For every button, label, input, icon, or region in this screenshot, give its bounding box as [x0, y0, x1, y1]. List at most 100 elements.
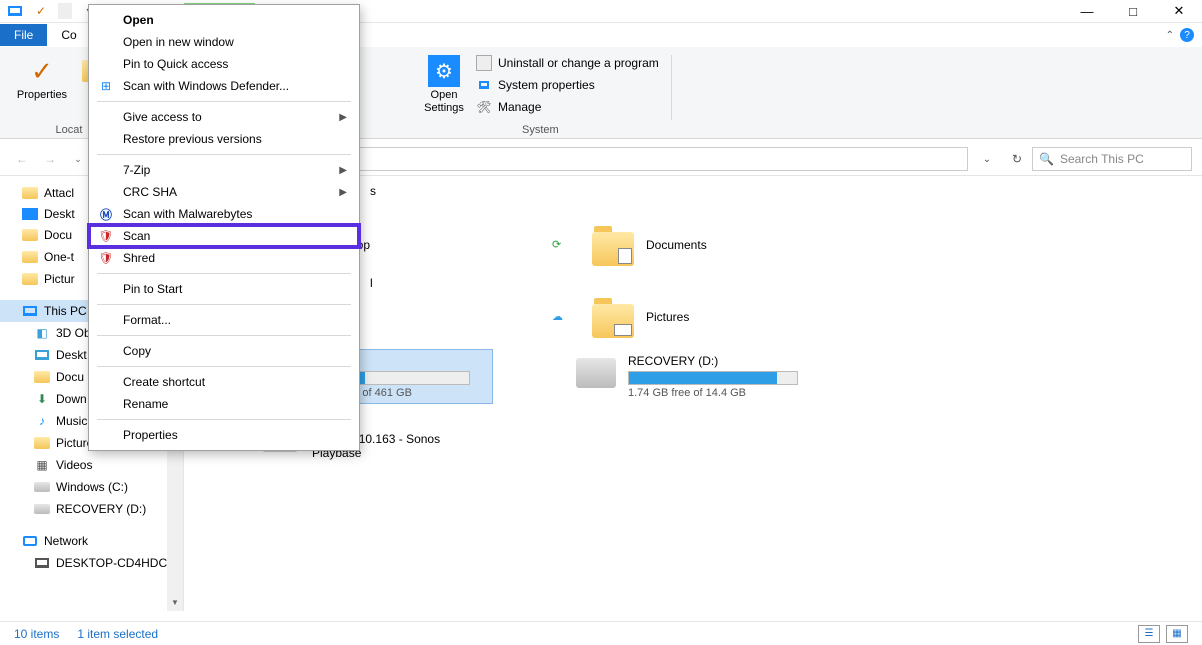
folder-icon	[592, 296, 634, 338]
ribbon-collapse-icon[interactable]: ⌃	[1166, 30, 1174, 41]
open-settings-label-1: Open	[431, 89, 458, 102]
ribbon-group-system: ⚙ Open Settings Uninstall or change a pr…	[410, 51, 671, 138]
status-item-count: 10 items	[14, 627, 59, 641]
malwarebytes-icon: Ⓜ	[97, 205, 115, 223]
cm-open[interactable]: Open	[89, 9, 359, 31]
folder-icon	[592, 224, 634, 266]
system-properties-button[interactable]: System properties	[472, 75, 663, 95]
uninstall-label: Uninstall or change a program	[498, 56, 659, 70]
defender-icon: ⊞	[97, 77, 115, 95]
system-properties-label: System properties	[498, 78, 595, 92]
nav-recent-dropdown[interactable]: ⌄	[66, 147, 90, 171]
sidebar-item-label: Attacl	[44, 186, 74, 200]
drive-usage-bar	[628, 371, 798, 385]
cm-restore-versions[interactable]: Restore previous versions	[89, 128, 359, 150]
cm-properties[interactable]: Properties	[89, 424, 359, 446]
sidebar-item-label: 3D Ob	[56, 326, 91, 340]
sidebar-item-label: Deskt	[44, 207, 75, 221]
sidebar-item-label: Deskt	[56, 348, 87, 362]
ribbon-tab-computer-truncated[interactable]: Co	[47, 24, 90, 46]
sidebar-item-videos[interactable]: ▦Videos	[0, 454, 183, 476]
uninstall-icon	[476, 55, 492, 71]
submenu-arrow-icon: ▶	[339, 165, 347, 176]
nav-forward-button[interactable]: →	[38, 147, 62, 171]
cm-crc-sha[interactable]: CRC SHA▶	[89, 181, 359, 203]
properties-icon: ✓	[26, 55, 58, 87]
ribbon-tab-file[interactable]: File	[0, 24, 47, 46]
icons-view-button[interactable]: ▦	[1166, 625, 1188, 643]
cm-separator	[97, 154, 351, 155]
window-maximize-button[interactable]: □	[1110, 0, 1156, 23]
sidebar-item-label: This PC	[44, 304, 87, 318]
sidebar-item-label: DESKTOP-CD4HDCU	[56, 556, 176, 570]
open-settings-button[interactable]: ⚙ Open Settings	[418, 51, 470, 124]
sidebar-item-drive-c[interactable]: Windows (C:)	[0, 476, 183, 498]
sidebar-item-label: Network	[44, 534, 88, 548]
cm-open-new-window[interactable]: Open in new window	[89, 31, 359, 53]
cm-give-access[interactable]: Give access to▶	[89, 106, 359, 128]
drive-icon	[576, 358, 616, 388]
manage-label: Manage	[498, 100, 541, 114]
folder-pictures[interactable]: ☁ Pictures	[580, 290, 840, 344]
cm-rename[interactable]: Rename	[89, 393, 359, 415]
scroll-down-icon[interactable]: ▼	[168, 595, 182, 609]
folder-documents[interactable]: ⟳ Documents	[580, 218, 840, 272]
ribbon-group-label-system: System	[522, 124, 559, 138]
cm-pin-quick-access[interactable]: Pin to Quick access	[89, 53, 359, 75]
cm-separator	[97, 366, 351, 367]
properties-label: Properties	[17, 89, 67, 102]
address-dropdown-button[interactable]: ⌄	[976, 148, 998, 170]
cm-separator	[97, 304, 351, 305]
mcafee-shred-icon: 🛡	[97, 249, 115, 267]
properties-button[interactable]: ✓ Properties	[16, 51, 68, 124]
uninstall-program-button[interactable]: Uninstall or change a program	[472, 53, 663, 73]
sidebar-item-label: Videos	[56, 458, 92, 472]
qat-new-folder-icon[interactable]	[58, 3, 72, 19]
system-properties-icon	[476, 77, 492, 93]
cm-separator	[97, 335, 351, 336]
window-close-button[interactable]: ✕	[1156, 0, 1202, 23]
cm-scan[interactable]: 🛡 Scan	[89, 225, 359, 247]
sidebar-item-network[interactable]: Network	[0, 530, 183, 552]
drive-d[interactable]: RECOVERY (D:) 1.74 GB free of 14.4 GB	[572, 350, 852, 403]
cm-separator	[97, 101, 351, 102]
nav-back-button[interactable]: ←	[10, 147, 34, 171]
details-view-button[interactable]: ☰	[1138, 625, 1160, 643]
manage-button[interactable]: 🛠 Manage	[472, 97, 663, 117]
search-input[interactable]: 🔍 Search This PC	[1032, 147, 1192, 171]
submenu-arrow-icon: ▶	[339, 112, 347, 123]
cm-7zip[interactable]: 7-Zip▶	[89, 159, 359, 181]
refresh-icon: ⟳	[552, 238, 566, 252]
cm-windows-defender[interactable]: ⊞ Scan with Windows Defender...	[89, 75, 359, 97]
sidebar-item-label: Pictur	[44, 272, 75, 286]
cm-format[interactable]: Format...	[89, 309, 359, 331]
folder-label: Documents	[646, 238, 707, 252]
cm-copy[interactable]: Copy	[89, 340, 359, 362]
search-icon: 🔍	[1039, 152, 1054, 166]
this-pc-icon	[6, 2, 24, 20]
drive-name: RECOVERY (D:)	[628, 354, 848, 368]
drive-free-text: 1.74 GB free of 14.4 GB	[628, 387, 848, 399]
sidebar-item-label: Docu	[44, 228, 72, 242]
cm-malwarebytes[interactable]: Ⓜ Scan with Malwarebytes	[89, 203, 359, 225]
sidebar-item-label: Music	[56, 414, 87, 428]
ribbon-group-label-location: Locat	[56, 124, 83, 138]
gear-icon: ⚙	[428, 55, 460, 87]
cm-pin-start[interactable]: Pin to Start	[89, 278, 359, 300]
cm-shred[interactable]: 🛡 Shred	[89, 247, 359, 269]
open-settings-label-2: Settings	[424, 102, 464, 115]
cloud-icon: ☁	[552, 310, 566, 324]
window-minimize-button[interactable]: —	[1064, 0, 1110, 23]
sidebar-item-drive-d[interactable]: RECOVERY (D:)	[0, 498, 183, 520]
sidebar-item-label: Windows (C:)	[56, 480, 128, 494]
help-icon[interactable]: ?	[1180, 28, 1194, 42]
sidebar-item-label: Docu	[56, 370, 84, 384]
qat-properties-icon[interactable]: ✓	[32, 2, 50, 20]
context-menu: Open Open in new window Pin to Quick acc…	[88, 4, 360, 451]
cm-create-shortcut[interactable]: Create shortcut	[89, 371, 359, 393]
sidebar-item-label: One-t	[44, 250, 74, 264]
manage-icon: 🛠	[476, 99, 492, 115]
sidebar-item-network-pc[interactable]: DESKTOP-CD4HDCU	[0, 552, 183, 574]
refresh-button[interactable]: ↻	[1006, 148, 1028, 170]
mcafee-icon: 🛡	[97, 227, 115, 245]
